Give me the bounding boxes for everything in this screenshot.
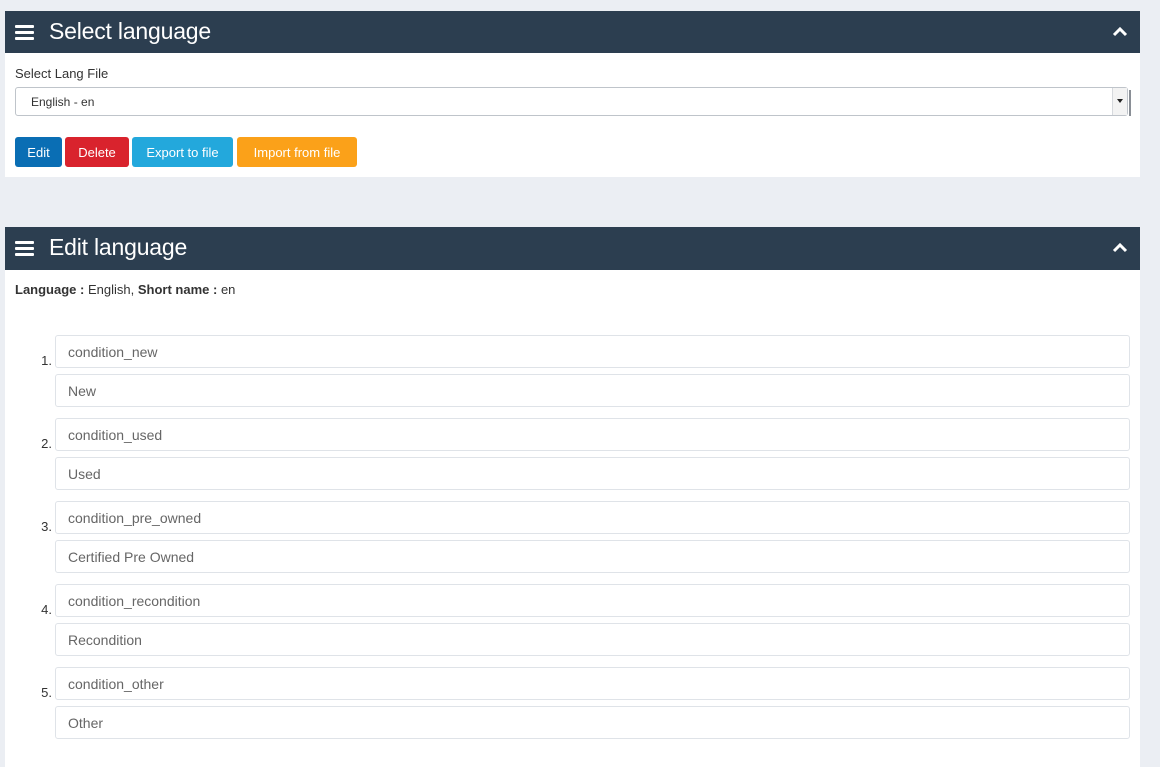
short-name-label: Short name : [137,282,218,297]
list-item: 1. condition_new New [5,335,1140,418]
caret-down-icon[interactable] [1112,88,1127,115]
export-button[interactable]: Export to file [132,137,233,167]
value-input[interactable]: Used [55,457,1130,490]
key-input[interactable]: condition_other [55,667,1130,700]
entry-number: 3. [41,519,52,534]
value-input[interactable]: Certified Pre Owned [55,540,1130,573]
delete-button[interactable]: Delete [65,137,129,167]
list-item: 4. condition_recondition Recondition [5,584,1140,667]
edit-language-panel: Edit language Language : English, Short … [5,227,1140,767]
select-border-shadow [1129,90,1131,116]
panel-title: Select language [49,18,211,44]
chevron-up-icon[interactable] [1112,241,1128,253]
language-value: English, [87,282,135,297]
language-info: Language : English, Short name : en [15,282,235,297]
select-value: English - en [31,95,95,109]
key-input[interactable]: condition_used [55,418,1130,451]
lang-file-select[interactable]: English - en [15,87,1128,116]
field-label: Select Lang File [15,66,109,81]
hamburger-icon[interactable] [15,241,34,256]
language-label: Language : [15,282,85,297]
import-button[interactable]: Import from file [237,137,357,167]
list-item: 5. condition_other Other [5,667,1140,750]
chevron-up-icon[interactable] [1112,25,1128,37]
list-item: 2. condition_used Used [5,418,1140,501]
hamburger-icon[interactable] [15,25,34,40]
key-input[interactable]: condition_pre_owned [55,501,1130,534]
entry-number: 1. [41,353,52,368]
panel-header: Select language [5,11,1140,53]
value-input[interactable]: Recondition [55,623,1130,656]
select-language-panel: Select language Select Lang File English… [5,11,1140,177]
edit-button[interactable]: Edit [15,137,62,167]
panel-header: Edit language [5,227,1140,270]
value-input[interactable]: New [55,374,1130,407]
list-item: 3. condition_pre_owned Certified Pre Own… [5,501,1140,584]
entry-number: 2. [41,436,52,451]
panel-title: Edit language [49,234,188,260]
entry-number: 5. [41,685,52,700]
key-input[interactable]: condition_new [55,335,1130,368]
value-input[interactable]: Other [55,706,1130,739]
short-name-value: en [220,282,236,297]
key-input[interactable]: condition_recondition [55,584,1130,617]
entry-number: 4. [41,602,52,617]
